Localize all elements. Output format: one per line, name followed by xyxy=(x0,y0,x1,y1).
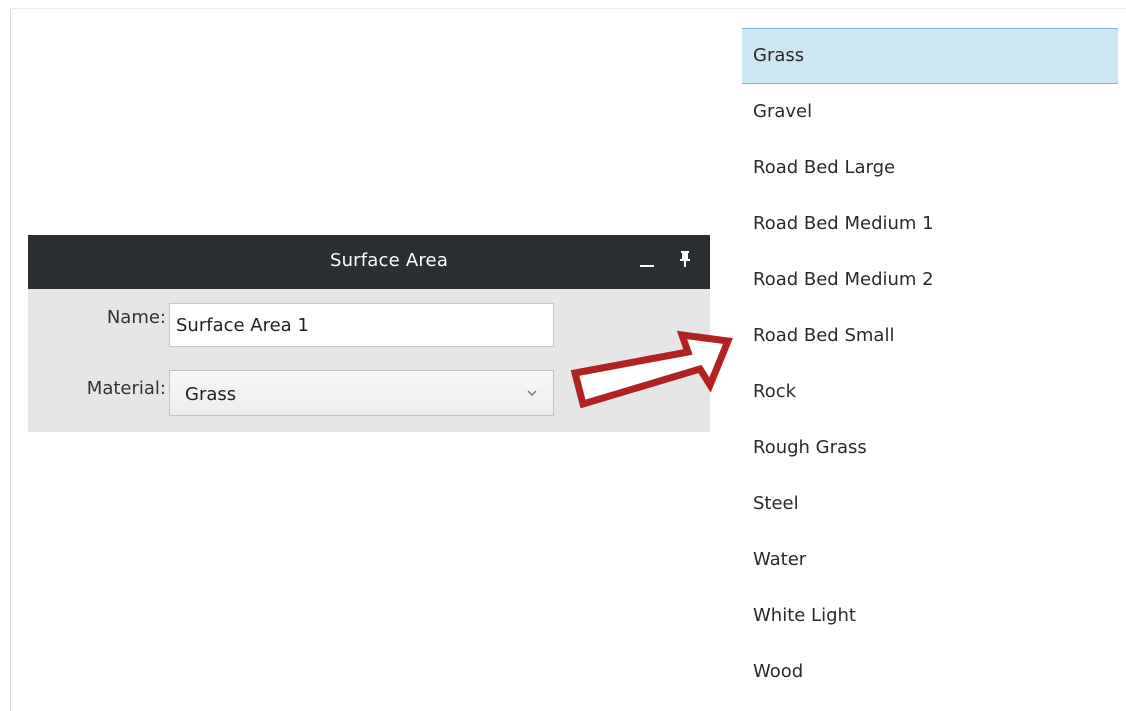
dropdown-option[interactable]: Steel xyxy=(742,476,1118,532)
dropdown-option[interactable]: Road Bed Large xyxy=(742,140,1118,196)
frame-left-border xyxy=(10,8,11,711)
dropdown-option[interactable]: White Light xyxy=(742,588,1118,644)
dropdown-option[interactable]: Gravel xyxy=(742,84,1118,140)
material-label: Material: xyxy=(86,378,166,399)
dropdown-option[interactable]: Road Bed Medium 2 xyxy=(742,252,1118,308)
material-dropdown-list: Grass Gravel Road Bed Large Road Bed Medium… xyxy=(742,28,1118,700)
dropdown-option[interactable]: Rock xyxy=(742,364,1118,420)
name-field[interactable] xyxy=(169,303,554,347)
callout-arrow-icon xyxy=(570,330,733,409)
panel-title: Surface Area xyxy=(329,250,449,271)
dropdown-option[interactable]: Road Bed Small xyxy=(742,308,1118,364)
pin-icon[interactable] xyxy=(676,247,694,273)
frame-top-border xyxy=(10,8,1126,9)
material-selected-value: Grass xyxy=(185,384,237,405)
name-label: Name: xyxy=(106,307,166,328)
screenshot-canvas: Surface Area Name: Material: xyxy=(0,0,1126,711)
material-select[interactable]: Grass xyxy=(169,370,554,416)
minimize-icon[interactable] xyxy=(638,247,656,273)
dropdown-option[interactable]: Grass xyxy=(742,28,1118,84)
dropdown-option[interactable]: Wood xyxy=(742,644,1118,700)
chevron-down-icon xyxy=(525,385,539,399)
dropdown-option[interactable]: Water xyxy=(742,532,1118,588)
dropdown-option[interactable]: Road Bed Medium 1 xyxy=(742,196,1118,252)
dropdown-option[interactable]: Rough Grass xyxy=(742,420,1118,476)
panel-header: Surface Area xyxy=(28,235,710,289)
